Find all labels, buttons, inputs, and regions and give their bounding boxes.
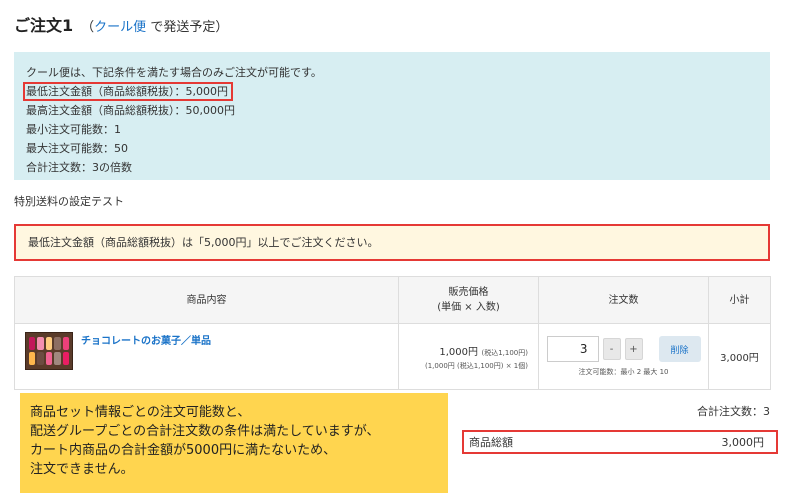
cool-delivery-link[interactable]: クール便: [94, 20, 146, 35]
quantity-input[interactable]: [546, 336, 599, 362]
header-price: 販売価格 (単価 × 入数): [398, 276, 539, 324]
shipping-method: （クール便 で発送予定）: [81, 20, 229, 35]
delete-button[interactable]: 削除: [658, 336, 701, 362]
condition-intro: クール便は、下記条件を満たす場合のみご注文が可能です。: [26, 66, 322, 79]
price-cell: 1,000円 (税込1,100円) (1,000円 (税込1,100円) × 1…: [398, 323, 539, 390]
goods-total-value: 3,000円: [721, 436, 765, 449]
total-order-qty: 合計注文数：3: [697, 405, 770, 418]
increment-button[interactable]: +: [624, 338, 643, 360]
special-shipping-label: 特別送料の設定テスト: [14, 195, 124, 208]
decrement-button[interactable]: -: [602, 338, 621, 360]
min-order-amount: 最低注文金額（商品総額税抜）：5,000円: [23, 82, 233, 101]
price-breakdown: (1,000円 (税込1,100円) × 1個): [425, 361, 528, 370]
goods-total: 商品総額 3,000円: [462, 430, 778, 454]
product-image[interactable]: [25, 332, 73, 370]
min-order-qty: 最小注文可能数：1: [26, 123, 121, 136]
row-subtotal: 3,000円: [708, 323, 771, 390]
max-order-amount: 最高注文金額（商品総額税抜）：50,000円: [26, 104, 235, 117]
annotation-note: 商品セット情報ごとの注文可能数と、 配送グループごとの合計注文数の条件は満たして…: [20, 393, 448, 493]
max-order-qty: 最大注文可能数：50: [26, 142, 128, 155]
header-subtotal: 小計: [708, 276, 771, 324]
table-row: チョコレートのお菓子／単品 1,000円 (税込1,100円) (1,000円 …: [14, 323, 771, 390]
qty-limit-note: 注文可能数：最小 2 最大 10: [578, 368, 669, 376]
total-qty-multiple: 合計注文数：3の倍数: [26, 161, 132, 174]
qty-cell: - + 削除 注文可能数：最小 2 最大 10: [538, 323, 709, 390]
unit-price-tax: (税込1,100円): [481, 348, 528, 357]
product-name-link[interactable]: チョコレートのお菓子／単品: [81, 332, 211, 347]
cool-delivery-conditions: クール便は、下記条件を満たす場合のみご注文が可能です。 最低注文金額（商品総額税…: [14, 52, 770, 180]
cart-table: 商品内容 販売価格 (単価 × 入数) 注文数 小計 チョコレートのお菓子／単品…: [14, 276, 771, 390]
page-title: ご注文1: [14, 16, 74, 35]
unit-price: 1,000円: [439, 346, 478, 358]
min-amount-warning: 最低注文金額（商品総額税抜）は「5,000円」以上でご注文ください。: [14, 224, 770, 261]
header-qty: 注文数: [538, 276, 709, 324]
order-title: ご注文1 （クール便 で発送予定）: [14, 12, 228, 38]
goods-total-label: 商品総額: [469, 436, 513, 449]
header-product: 商品内容: [14, 276, 399, 324]
